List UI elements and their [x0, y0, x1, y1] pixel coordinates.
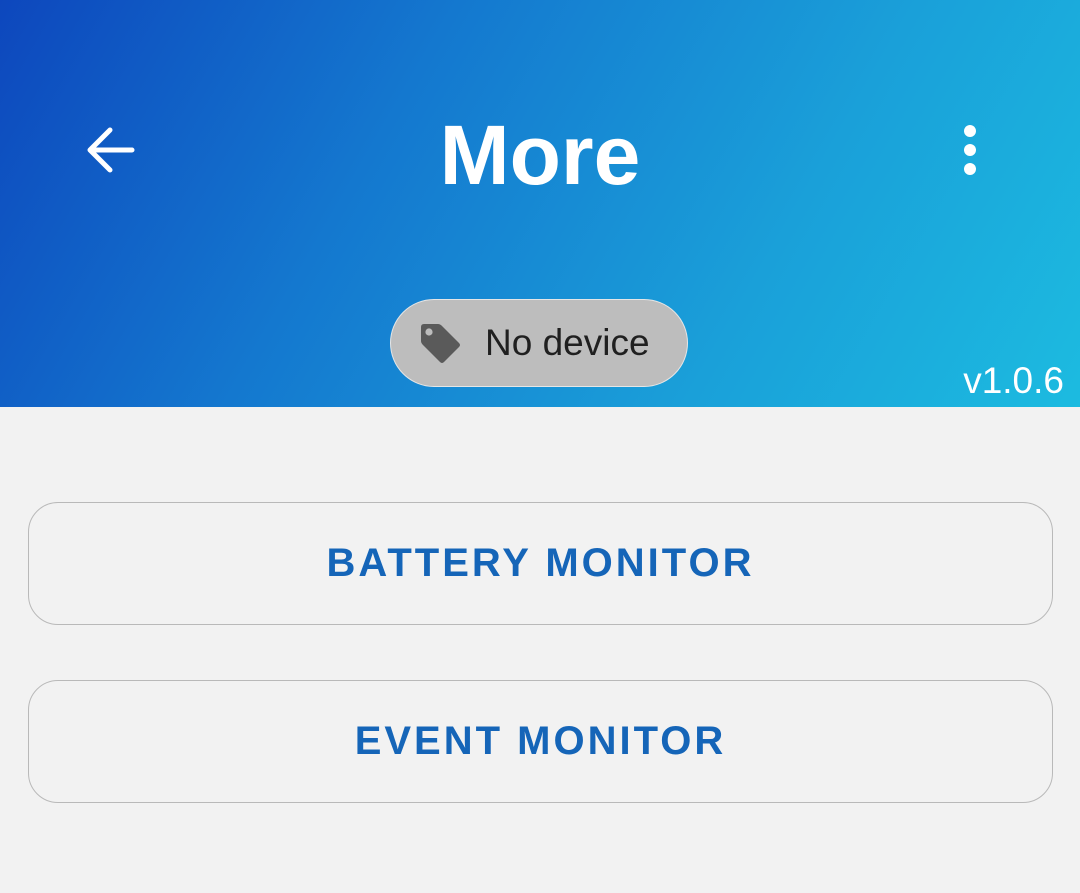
- battery-monitor-label: BATTERY MONITOR: [326, 541, 755, 585]
- event-monitor-button[interactable]: EVENT MONITOR: [28, 680, 1053, 803]
- device-chip[interactable]: No device: [390, 299, 688, 387]
- overflow-menu-button[interactable]: [930, 110, 1010, 190]
- more-vert-icon: [964, 125, 976, 175]
- app-header: More No device v1.0.6: [0, 0, 1080, 407]
- device-chip-label: No device: [485, 322, 650, 363]
- battery-monitor-button[interactable]: BATTERY MONITOR: [28, 502, 1053, 625]
- tag-icon: [417, 320, 463, 366]
- app-version: v1.0.6: [963, 360, 1064, 401]
- arrow-back-icon: [87, 127, 135, 173]
- event-monitor-label: EVENT MONITOR: [354, 719, 727, 763]
- back-button[interactable]: [70, 110, 150, 190]
- page-title: More: [439, 108, 641, 202]
